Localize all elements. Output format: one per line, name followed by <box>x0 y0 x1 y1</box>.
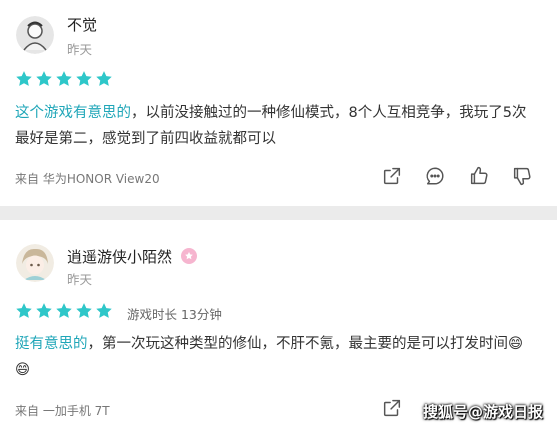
device-info: 来自 一加手机 7T <box>15 404 110 418</box>
star-icon <box>96 303 112 318</box>
avatar[interactable] <box>16 244 54 282</box>
username[interactable]: 逍遥游侠小陌然 <box>67 246 172 267</box>
star-icon <box>96 71 112 86</box>
comment-icon[interactable] <box>424 165 446 187</box>
play-time: 游戏时长 13分钟 <box>127 307 222 322</box>
review-card: 不觉 昨天 这个游戏有意思的，以前没接触过的一种修仙模式，8个人互相竞争，我玩了… <box>0 0 557 206</box>
badge-icon <box>181 248 197 264</box>
star-rating <box>15 302 113 320</box>
star-icon <box>76 71 92 86</box>
username[interactable]: 不觉 <box>67 14 97 35</box>
star-icon <box>36 71 52 86</box>
review-text: 这个游戏有意思的，以前没接触过的一种修仙模式，8个人互相竞争，我玩了5次最好是第… <box>15 100 537 152</box>
avatar[interactable] <box>16 16 54 54</box>
watermark: 搜狐号@游戏日报 <box>422 403 543 421</box>
review-body: ，第一次玩这种类型的修仙，不肝不氪，最主要的是可以打发时间😄😄 <box>15 336 524 378</box>
star-icon <box>76 303 92 318</box>
thumbs-down-icon[interactable] <box>511 165 533 187</box>
review-date: 昨天 <box>67 272 93 287</box>
review-text: 挺有意思的，第一次玩这种类型的修仙，不肝不氪，最主要的是可以打发时间😄😄 <box>15 331 537 383</box>
share-icon[interactable] <box>381 397 403 419</box>
star-icon <box>36 303 52 318</box>
review-highlight: 这个游戏有意思的 <box>15 105 131 121</box>
star-rating <box>15 70 113 88</box>
share-icon[interactable] <box>381 165 403 187</box>
device-info: 来自 华为HONOR View20 <box>15 172 160 186</box>
star-icon <box>56 71 72 86</box>
star-icon <box>16 303 32 318</box>
review-date: 昨天 <box>67 42 93 57</box>
star-icon <box>56 303 72 318</box>
thumbs-up-icon[interactable] <box>468 165 490 187</box>
review-card: 逍遥游侠小陌然 昨天 游戏时长 13分钟 挺有意思的，第一次玩这种类型的修仙，不… <box>0 220 557 428</box>
review-highlight: 挺有意思的 <box>15 336 88 352</box>
star-icon <box>16 71 32 86</box>
